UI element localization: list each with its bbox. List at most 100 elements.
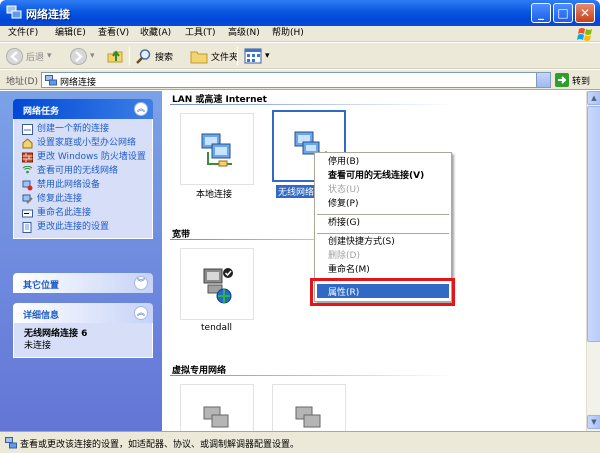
task-firewall-settings[interactable]: 更改 Windows 防火墙设置 [22, 152, 152, 163]
address-bar: 地址(D) 网络连接 转到 [0, 70, 600, 90]
go-arrow-icon [555, 73, 569, 87]
scroll-up-button[interactable]: ▲ [587, 91, 600, 105]
rename-icon [22, 209, 33, 218]
repair-icon [22, 194, 33, 204]
windows-logo-icon [577, 28, 592, 41]
menu-item-repair[interactable]: 修复(P) [328, 199, 358, 210]
collapse-chevron-icon[interactable]: ︽ [134, 306, 148, 320]
connection-label-tendall: tendall [201, 323, 232, 333]
views-dropdown-icon: ▾ [265, 51, 270, 61]
settings-icon [22, 222, 32, 233]
vertical-scrollbar[interactable]: ▲ ▼ [586, 91, 600, 431]
wireless-icon [22, 166, 33, 174]
scroll-down-button[interactable]: ▼ [587, 415, 600, 429]
connection-tile-local[interactable] [180, 113, 254, 185]
views-icon [244, 48, 262, 64]
close-icon: ✕ [579, 6, 591, 20]
menu-separator [317, 214, 449, 215]
folders-button[interactable]: 文件夹 [190, 47, 238, 65]
task-disable-device[interactable]: 禁用此网络设备 [22, 180, 152, 191]
folder-up-icon [107, 50, 123, 63]
menu-item-bridge[interactable]: 桥接(G) [328, 218, 360, 229]
menu-view[interactable]: 查看(V) [98, 27, 129, 40]
window-title: 网络连接 [26, 8, 70, 21]
address-value: 网络连接 [60, 78, 97, 88]
back-label: 后退 [26, 52, 45, 63]
back-button[interactable]: 后退 ▾ [6, 47, 52, 65]
menu-item-create-shortcut[interactable]: 创建快捷方式(S) [328, 237, 395, 248]
connection-label-local: 本地连接 [196, 190, 233, 200]
vpn-connection-icon [295, 406, 321, 428]
go-button[interactable]: 转到 [555, 72, 597, 88]
address-dropdown-icon[interactable] [536, 73, 550, 87]
menu-edit[interactable]: 编辑(E) [55, 27, 86, 40]
connection-tile-vpn-1[interactable] [180, 384, 254, 431]
menu-item-delete[interactable]: 删除(D) [328, 251, 360, 262]
expand-chevron-icon[interactable]: ︾ [134, 276, 148, 290]
task-change-settings[interactable]: 更改此连接的设置 [22, 222, 152, 233]
status-text: 查看或更改该连接的设置，如适配器、协议、或调制解调器配置设置。 [20, 440, 300, 450]
details-header[interactable]: 详细信息 ︽ [13, 303, 153, 323]
views-button[interactable]: ▾ [244, 47, 270, 65]
up-button[interactable] [106, 47, 124, 65]
menu-help[interactable]: 帮助(H) [272, 27, 304, 40]
task-view-wireless[interactable]: 查看可用的无线网络 [22, 166, 152, 177]
close-button[interactable]: ✕ [575, 3, 595, 23]
details-connection-name: 无线网络连接 6 [24, 329, 88, 339]
menu-file[interactable]: 文件(F) [8, 27, 38, 40]
search-button[interactable]: 搜索 [135, 47, 173, 65]
menu-advanced[interactable]: 高级(N) [228, 27, 260, 40]
task-rename-connection[interactable]: 重命名此连接 [22, 208, 152, 219]
forward-dropdown-icon: ▾ [90, 51, 95, 61]
network-connections-icon [6, 5, 22, 19]
forward-arrow-icon [70, 47, 87, 65]
disable-device-icon [22, 180, 33, 191]
task-label: 设置家庭或小型办公网络 [37, 138, 137, 148]
broadband-connection-icon [203, 268, 233, 304]
folders-icon [190, 51, 208, 63]
search-icon [136, 48, 151, 64]
firewall-icon [22, 152, 33, 163]
task-setup-home-network[interactable]: 设置家庭或小型办公网络 [22, 138, 152, 149]
home-network-icon [22, 138, 33, 149]
menu-favorites[interactable]: 收藏(A) [140, 27, 171, 40]
scroll-thumb[interactable] [587, 106, 600, 342]
task-label: 创建一个新的连接 [37, 124, 110, 134]
back-arrow-icon [6, 47, 23, 65]
minimize-button[interactable]: _ [531, 3, 551, 23]
menu-item-status[interactable]: 状态(U) [328, 185, 360, 196]
menu-item-rename[interactable]: 重命名(M) [328, 265, 370, 276]
connection-label-wireless: 无线网络 [276, 185, 317, 198]
title-bar[interactable]: 网络连接 _ □ ✕ [0, 0, 600, 26]
network-tasks-list: 创建一个新的连接 设置家庭或小型办公网络 更改 Windows 防火墙设置 查看… [13, 119, 153, 239]
maximize-icon: □ [557, 6, 569, 20]
go-label: 转到 [572, 76, 591, 87]
group-divider [170, 104, 455, 105]
menu-bar: 文件(F) 编辑(E) 查看(V) 收藏(A) 工具(T) 高级(N) 帮助(H… [0, 26, 600, 42]
vpn-connection-icon [203, 406, 229, 428]
task-label: 查看可用的无线网络 [37, 166, 119, 176]
connection-tile-tendall[interactable] [180, 248, 254, 320]
address-label: 地址(D) [6, 77, 38, 87]
details-title: 详细信息 [23, 311, 60, 321]
minimize-icon: _ [538, 6, 544, 20]
group-divider [170, 375, 455, 376]
maximize-button[interactable]: □ [553, 3, 573, 23]
task-label: 修复此连接 [37, 194, 83, 204]
folders-label: 文件夹 [211, 52, 239, 63]
menu-item-view-wireless[interactable]: 查看可用的无线连接(V) [328, 171, 424, 182]
collapse-chevron-icon[interactable]: ︽ [134, 102, 148, 116]
other-places-header[interactable]: 其它位置 ︾ [13, 273, 153, 293]
menu-item-disable[interactable]: 停用(B) [328, 157, 359, 168]
task-repair-connection[interactable]: 修复此连接 [22, 194, 152, 205]
address-input[interactable]: 网络连接 [41, 72, 551, 88]
network-connections-icon [45, 75, 57, 86]
back-dropdown-icon: ▾ [47, 51, 52, 61]
connection-tile-vpn-2[interactable] [272, 384, 346, 431]
network-tasks-header[interactable]: 网络任务 ︽ [13, 99, 153, 119]
highlight-annotation-box [310, 278, 455, 306]
forward-button[interactable]: ▾ [70, 47, 95, 65]
menu-tools[interactable]: 工具(T) [185, 27, 216, 40]
details-body: 无线网络连接 6 未连接 [13, 323, 153, 358]
task-create-connection[interactable]: 创建一个新的连接 [22, 124, 152, 135]
